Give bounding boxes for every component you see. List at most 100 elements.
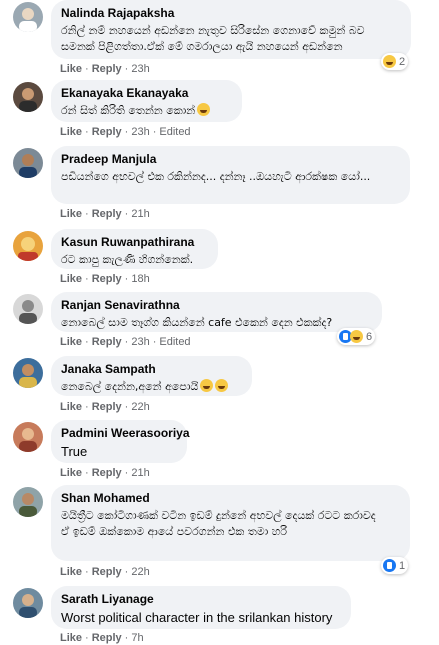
reply-link[interactable]: Reply bbox=[92, 336, 122, 348]
comment-text: True bbox=[61, 444, 88, 459]
comment-text: රන් සිත් කිරිති තෙන්න කොන් bbox=[61, 103, 232, 119]
avatar[interactable] bbox=[13, 487, 43, 517]
comment-timestamp[interactable]: 23h bbox=[131, 63, 149, 75]
comment-bubble: Pradeep Manjula පඩියන්ගෙ අභවල් එක රකින්න… bbox=[51, 146, 410, 204]
comment-timestamp[interactable]: 22h bbox=[131, 566, 149, 578]
avatar[interactable] bbox=[13, 2, 43, 32]
separator-dot: · bbox=[85, 273, 89, 285]
reply-link[interactable]: Reply bbox=[92, 566, 122, 578]
haha-reaction-icon bbox=[350, 330, 363, 343]
separator-dot: · bbox=[85, 467, 89, 479]
comment-author[interactable]: Pradeep Manjula bbox=[61, 152, 400, 167]
comment-text: නෙබෙල් දෙන්න,අනේ අපොයි bbox=[61, 379, 242, 395]
separator-dot: · bbox=[124, 126, 129, 138]
comment-timestamp[interactable]: 23h bbox=[131, 336, 149, 348]
separator-dot: · bbox=[124, 273, 129, 285]
like-link[interactable]: Like bbox=[60, 63, 82, 75]
like-link[interactable]: Like bbox=[60, 126, 82, 138]
laughing-emoji-icon bbox=[215, 379, 229, 392]
like-link[interactable]: Like bbox=[60, 273, 82, 285]
comment-bubble: Padmini Weerasooriya True bbox=[51, 420, 190, 463]
avatar[interactable] bbox=[13, 148, 43, 178]
reply-link[interactable]: Reply bbox=[92, 63, 122, 75]
reaction-summary[interactable]: 1 bbox=[381, 557, 409, 574]
comment-actions: Like · Reply · 7h bbox=[60, 632, 144, 645]
comment-author[interactable]: Ranjan Senavirathna bbox=[61, 298, 372, 313]
reaction-count: 6 bbox=[366, 330, 373, 343]
separator-dot: · bbox=[124, 467, 129, 479]
comment-timestamp[interactable]: 22h bbox=[131, 401, 149, 413]
comment-author[interactable]: Shan Mohamed bbox=[61, 491, 400, 506]
comment-author[interactable]: Ekanayaka Ekanayaka bbox=[61, 86, 232, 101]
comment-timestamp[interactable]: 7h bbox=[131, 632, 143, 644]
separator-dot: · bbox=[124, 63, 129, 75]
comment-author[interactable]: Janaka Sampath bbox=[61, 362, 242, 377]
comment-actions: Like · Reply · 21h bbox=[60, 208, 150, 221]
like-link[interactable]: Like bbox=[60, 336, 82, 348]
haha-reaction-icon bbox=[383, 55, 396, 68]
comment-timestamp[interactable]: 21h bbox=[131, 208, 149, 220]
comment-author[interactable]: Sarath Liyanage bbox=[61, 592, 341, 607]
like-reaction-icon bbox=[383, 559, 396, 572]
comment-actions: Like · Reply · 23h bbox=[60, 63, 150, 76]
comment-bubble: Ranjan Senavirathna නොබෙල් සාම තෑග්ග කිය… bbox=[51, 292, 382, 332]
like-link[interactable]: Like bbox=[60, 566, 82, 578]
reply-link[interactable]: Reply bbox=[92, 467, 122, 479]
comment-author[interactable]: Padmini Weerasooriya bbox=[61, 426, 190, 441]
comment-timestamp[interactable]: 23h bbox=[131, 126, 149, 138]
comment-bubble: Ekanayaka Ekanayaka රන් සිත් කිරිති තෙන්… bbox=[51, 80, 242, 122]
reaction-count: 1 bbox=[399, 559, 406, 572]
reply-link[interactable]: Reply bbox=[92, 273, 122, 285]
separator-dot: · bbox=[152, 336, 157, 348]
separator-dot: · bbox=[85, 126, 89, 138]
reply-link[interactable]: Reply bbox=[92, 401, 122, 413]
comment-actions: Like · Reply · 18h bbox=[60, 273, 150, 286]
comment-timestamp[interactable]: 21h bbox=[131, 467, 149, 479]
avatar[interactable] bbox=[13, 588, 43, 618]
like-link[interactable]: Like bbox=[60, 208, 82, 220]
separator-dot: · bbox=[85, 566, 89, 578]
separator-dot: · bbox=[85, 63, 89, 75]
like-link[interactable]: Like bbox=[60, 467, 82, 479]
comment-author[interactable]: Nalinda Rajapaksha bbox=[61, 6, 401, 21]
comment-bubble: Janaka Sampath නෙබෙල් දෙන්න,අනේ අපොයි bbox=[51, 356, 252, 396]
reaction-summary[interactable]: 6 bbox=[337, 328, 376, 345]
comment-text: නොබෙල් සාම තෑග්ග කියන්නේ cafe එකෙන් දෙන … bbox=[61, 316, 333, 329]
avatar[interactable] bbox=[13, 358, 43, 388]
separator-dot: · bbox=[85, 401, 89, 413]
comment-text-content: නෙබෙල් දෙන්න,අනේ අපොයි bbox=[61, 380, 199, 393]
comment-text: රනිල් නම් නහයෙන් අඩන්නෙ නැතුව සිරිසේන ගෙ… bbox=[61, 24, 365, 53]
comment-text: මයිත්‍රීට කෝටිගාණක් වටින ඉඩම් දුන්නේ අභව… bbox=[61, 509, 376, 538]
comment-actions: Like · Reply · 22h bbox=[60, 401, 150, 414]
separator-dot: · bbox=[124, 566, 129, 578]
separator-dot: · bbox=[152, 126, 157, 138]
comment-actions: Like · Reply · 22h bbox=[60, 566, 150, 579]
reaction-summary[interactable]: 2 bbox=[381, 53, 409, 70]
comment-bubble: Sarath Liyanage Worst political characte… bbox=[51, 586, 351, 629]
avatar[interactable] bbox=[13, 422, 43, 452]
edited-label[interactable]: Edited bbox=[159, 126, 190, 138]
comment-bubble: Kasun Ruwanpathirana රට කාපු කැලණි හිගන්… bbox=[51, 229, 218, 269]
avatar[interactable] bbox=[13, 82, 43, 112]
like-link[interactable]: Like bbox=[60, 401, 82, 413]
comment-author[interactable]: Kasun Ruwanpathirana bbox=[61, 235, 208, 250]
separator-dot: · bbox=[124, 632, 129, 644]
separator-dot: · bbox=[85, 632, 89, 644]
laughing-emoji-icon bbox=[200, 379, 214, 392]
reply-link[interactable]: Reply bbox=[92, 632, 122, 644]
comment-actions: Like · Reply · 23h · Edited bbox=[60, 126, 191, 139]
comment-timestamp[interactable]: 18h bbox=[131, 273, 149, 285]
separator-dot: · bbox=[85, 336, 89, 348]
comment-actions: Like · Reply · 23h · Edited bbox=[60, 336, 191, 349]
avatar[interactable] bbox=[13, 294, 43, 324]
comment-text: Worst political character in the srilank… bbox=[61, 610, 333, 625]
comment-text-content: රන් සිත් කිරිති තෙන්න කොන් bbox=[61, 104, 196, 117]
comment-bubble: Nalinda Rajapaksha රනිල් නම් නහයෙන් අඩන්… bbox=[51, 0, 411, 59]
separator-dot: · bbox=[124, 401, 129, 413]
edited-label[interactable]: Edited bbox=[159, 336, 190, 348]
reply-link[interactable]: Reply bbox=[92, 208, 122, 220]
reply-link[interactable]: Reply bbox=[92, 126, 122, 138]
like-link[interactable]: Like bbox=[60, 632, 82, 644]
separator-dot: · bbox=[124, 336, 129, 348]
avatar[interactable] bbox=[13, 231, 43, 261]
